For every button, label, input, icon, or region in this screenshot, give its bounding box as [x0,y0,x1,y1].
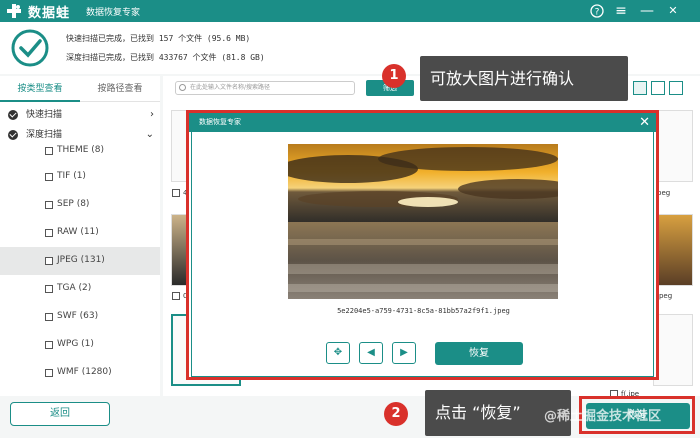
checkbox[interactable] [172,292,180,300]
file-type-item[interactable]: RAW (11) [0,219,160,247]
checked-icon[interactable] [8,110,18,120]
app-logo-icon [7,4,21,18]
search-placeholder: 在此处输入文件名称/搜索路径 [190,84,271,91]
step-2-badge: 2 [384,402,408,426]
image-preview [288,144,558,299]
brand-name: 数据蛙 [28,6,71,21]
help-icon[interactable]: ? [588,2,606,20]
file-type-item[interactable]: SEP (8) [0,191,160,219]
minimize-icon[interactable]: — [638,2,656,20]
file-type-label: TIF (1) [57,171,86,181]
dialog-body: 5e2204e5-a759-4731-8c5a-81bb57a2f9f1.jpe… [191,132,654,377]
back-button[interactable]: 返回 [10,402,110,426]
view-mode-tabs: 按类型查看 按路径查看 [0,76,160,102]
file-type-label: SEP (8) [57,199,90,209]
file-type-label: WMF (1280) [57,367,112,377]
tree-quick-scan-label: 快速扫描 [26,110,63,120]
left-panel: 按类型查看 按路径查看 快速扫描 › 深度扫描 ⌄ THEME (8) TIF … [0,76,160,396]
file-type-label: WPG (1) [57,339,94,349]
dialog-close-icon[interactable]: ✕ [639,113,650,132]
deep-scan-status: 深度扫描已完成，已找到 433767 个文件 (81.8 GB) [66,53,265,62]
search-input[interactable]: 在此处输入文件名称/搜索路径 [175,81,355,95]
file-thumbnail[interactable] [653,110,693,182]
close-icon[interactable]: ✕ [664,2,682,20]
file-name[interactable]: jpeg [657,292,672,300]
checkbox[interactable] [45,229,53,237]
file-type-item[interactable]: WPG (1) [0,331,160,359]
zoom-fit-icon[interactable]: ✥ [326,342,350,364]
search-icon [179,84,186,91]
checkbox[interactable] [45,341,53,349]
scan-complete-check-icon [11,29,49,67]
checkbox[interactable] [45,201,53,209]
file-type-item[interactable]: WMF (1280) [0,359,160,387]
checkbox[interactable] [45,285,53,293]
quick-scan-status: 快速扫描已完成，已找到 157 个文件 (95.6 MB) [66,34,251,43]
watermark: @稀土掘金技术社区 [544,409,662,424]
file-type-item[interactable]: TGA (2) [0,275,160,303]
detail-view-icon[interactable] [669,81,683,95]
previous-icon[interactable]: ◀ [359,342,383,364]
chevron-right-icon[interactable]: › [150,105,154,125]
tree-quick-scan[interactable]: 快速扫描 › [0,105,160,125]
preview-file-name: 5e2204e5-a759-4731-8c5a-81bb57a2f9f1.jpe… [337,307,510,315]
preview-dialog: 数据恢复专家 ✕ 5e2204e5-a759-4731-8c5a-81bb57a… [186,110,659,380]
checkbox[interactable] [45,257,53,265]
checkbox[interactable] [45,173,53,181]
tab-by-type[interactable]: 按类型查看 [0,76,80,102]
checkbox[interactable] [45,313,53,321]
file-thumbnail[interactable] [653,314,693,386]
menu-icon[interactable]: ≡ [612,2,630,20]
file-type-item-selected[interactable]: JPEG (131) [0,247,160,275]
svg-text:?: ? [595,8,600,18]
grid-view-icon[interactable] [633,81,647,95]
checkbox[interactable] [45,147,53,155]
app-window: 数据蛙 数据恢复专家 ? ≡ — ✕ 快速扫描已完成，已找到 157 个文件 (… [0,0,700,438]
file-type-label: JPEG (131) [57,255,105,265]
file-type-label: RAW (11) [57,227,99,237]
step-1-callout: 可放大图片进行确认 [420,56,628,101]
file-type-label: TGA (2) [57,283,92,293]
file-type-item[interactable]: TIF (1) [0,163,160,191]
dialog-title: 数据恢复专家 ✕ [189,113,656,132]
title-bar: 数据蛙 数据恢复专家 ? ≡ — ✕ [0,0,700,22]
checkbox[interactable] [172,189,180,197]
dialog-recover-button[interactable]: 恢复 [435,342,523,365]
file-thumbnail[interactable] [653,214,693,286]
checkbox[interactable] [45,369,53,377]
step-1-badge: 1 [382,64,406,88]
list-view-icon[interactable] [651,81,665,95]
tab-by-path[interactable]: 按路径查看 [80,76,160,102]
next-icon[interactable]: ▶ [392,342,416,364]
file-type-label: SWF (63) [57,311,99,321]
file-type-label: THEME (8) [57,145,105,155]
file-type-item[interactable]: THEME (8) [0,137,160,165]
product-name: 数据恢复专家 [86,8,141,18]
file-type-item[interactable]: SWF (63) [0,303,160,331]
